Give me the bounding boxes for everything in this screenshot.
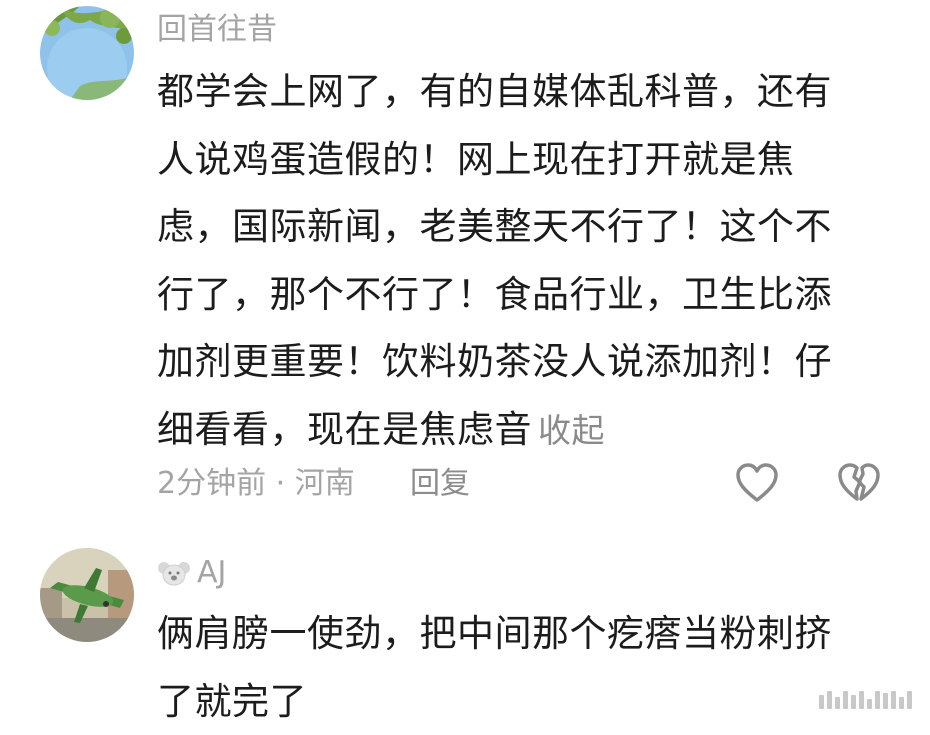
time-location: 2分钟前 · 河南 — [157, 462, 355, 506]
avatar[interactable] — [40, 548, 134, 642]
comment-line: 俩肩膀一使劲，把中间那个疙瘩当粉刺挤 — [157, 600, 867, 668]
collapse-link[interactable]: 收起 — [538, 411, 605, 450]
avatar[interactable] — [40, 6, 134, 100]
comment-line: 加剂更重要！饮料奶茶没人说添加剂！仔 — [157, 328, 867, 396]
comment-line-last: 细看看，现在是焦虑音收起 — [157, 396, 867, 465]
comment-item: AJ 俩肩膀一使劲，把中间那个疙瘩当粉刺挤 了就完了 — [0, 530, 930, 727]
avatar-image — [40, 548, 134, 642]
comment-text: 俩肩膀一使劲，把中间那个疙瘩当粉刺挤 了就完了 — [157, 600, 867, 735]
broken-heart-icon[interactable] — [836, 460, 882, 506]
username[interactable]: AJ — [197, 553, 226, 593]
username[interactable]: 回首往昔 — [157, 10, 277, 50]
reply-button[interactable]: 回复 — [410, 462, 470, 506]
comment-line: 人说鸡蛋造假的！网上现在打开就是焦 — [157, 126, 867, 194]
comment-line: 虑，国际新闻，老美整天不行了！这个不 — [157, 193, 867, 261]
comment-text: 都学会上网了，有的自媒体乱科普，还有 人说鸡蛋造假的！网上现在打开就是焦 虑，国… — [157, 58, 867, 464]
heart-outline-icon[interactable] — [734, 460, 780, 506]
avatar-image — [40, 6, 134, 100]
watermark — [819, 691, 912, 709]
username-row: AJ — [157, 553, 226, 593]
comment-line: 行了，那个不行了！食品行业，卫生比添 — [157, 261, 867, 329]
comment-line: 都学会上网了，有的自媒体乱科普，还有 — [157, 58, 867, 126]
comment-item: 回首往昔 都学会上网了，有的自媒体乱科普，还有 人说鸡蛋造假的！网上现在打开就是… — [0, 0, 930, 530]
comment-line: 细看看，现在是焦虑音 — [157, 408, 532, 451]
comment-line: 了就完了 — [157, 668, 867, 735]
koala-icon — [157, 558, 191, 588]
